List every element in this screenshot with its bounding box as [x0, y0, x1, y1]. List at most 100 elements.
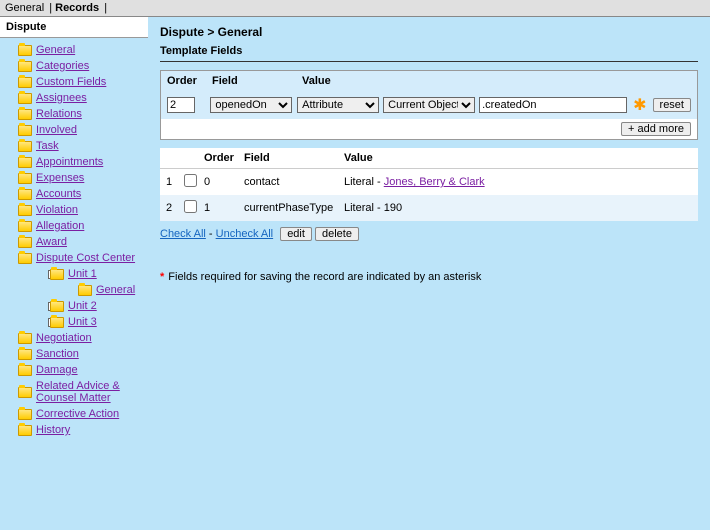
breadcrumb: Dispute > General [160, 25, 698, 39]
template-form: Order Field Value openedOn Attribute [160, 70, 698, 140]
sidebar-item-accounts[interactable]: Accounts [0, 186, 148, 202]
sidebar-item-general[interactable]: General [0, 282, 148, 298]
sidebar-item-label[interactable]: Task [36, 140, 59, 152]
sidebar-item-label[interactable]: Allegation [36, 220, 84, 232]
row-checkbox[interactable] [184, 200, 197, 213]
delete-button[interactable]: delete [315, 227, 359, 241]
sidebar-item-damage[interactable]: Damage [0, 362, 148, 378]
add-more-button[interactable]: + add more [621, 122, 691, 136]
col-field: Field [244, 152, 344, 164]
sidebar-item-label[interactable]: General [36, 44, 75, 56]
uncheck-all-link[interactable]: Uncheck All [216, 228, 273, 240]
folder-icon [18, 189, 32, 200]
field-select[interactable]: openedOn [210, 97, 292, 113]
sidebar-item-expenses[interactable]: +Expenses [0, 170, 148, 186]
folder-icon [18, 173, 32, 184]
sidebar-item-label[interactable]: Corrective Action [36, 408, 119, 420]
sidebar-item-unit-1[interactable]: -Unit 1 [0, 266, 148, 282]
folder-icon [18, 221, 32, 232]
folder-icon [18, 205, 32, 216]
sidebar-item-custom-fields[interactable]: Custom Fields [0, 74, 148, 90]
sidebar-item-allegation[interactable]: Allegation [0, 218, 148, 234]
folder-icon [18, 387, 32, 398]
sidebar-item-negotiation[interactable]: Negotiation [0, 330, 148, 346]
value-type-select[interactable]: Attribute [297, 97, 379, 113]
sidebar-item-label[interactable]: Involved [36, 124, 77, 136]
header-order: Order [167, 75, 212, 87]
sidebar-item-label[interactable]: Accounts [36, 188, 81, 200]
sidebar-item-label[interactable]: Violation [36, 204, 78, 216]
value-link[interactable]: Jones, Berry & Clark [384, 176, 485, 188]
row-value: Literal - 190 [344, 202, 692, 214]
footnote: *Fields required for saving the record a… [160, 271, 698, 283]
sidebar-item-label[interactable]: Sanction [36, 348, 79, 360]
row-num: 2 [166, 202, 184, 214]
sidebar-item-general[interactable]: General [0, 42, 148, 58]
sidebar-item-unit-2[interactable]: +Unit 2 [0, 298, 148, 314]
asterisk-icon: * [160, 271, 164, 283]
sidebar-item-history[interactable]: +History [0, 422, 148, 438]
folder-icon [18, 425, 32, 436]
sidebar-item-sanction[interactable]: Sanction [0, 346, 148, 362]
row-order: 0 [204, 176, 244, 188]
sidebar-item-label[interactable]: Unit 2 [68, 300, 97, 312]
row-value: Literal - Jones, Berry & Clark [344, 176, 692, 188]
folder-icon [18, 125, 32, 136]
sidebar-item-label[interactable]: Related Advice & Counsel Matter [36, 380, 148, 404]
sidebar-item-unit-3[interactable]: +Unit 3 [0, 314, 148, 330]
sidebar-item-label[interactable]: Dispute Cost Center [36, 252, 135, 264]
sidebar-item-label[interactable]: History [36, 424, 70, 436]
reset-button[interactable]: reset [653, 98, 691, 112]
row-num: 1 [166, 176, 184, 188]
value-scope-select[interactable]: Current Object [383, 97, 475, 113]
sidebar-item-label[interactable]: Assignees [36, 92, 87, 104]
folder-icon [18, 61, 32, 72]
table-row: 1 0contactLiteral - Jones, Berry & Clark [160, 169, 698, 195]
row-checkbox[interactable] [184, 174, 197, 187]
value-attr-input[interactable] [479, 97, 627, 113]
edit-button[interactable]: edit [280, 227, 312, 241]
folder-icon [18, 93, 32, 104]
sidebar-item-label[interactable]: Unit 3 [68, 316, 97, 328]
sidebar-item-label[interactable]: Custom Fields [36, 76, 106, 88]
sidebar-item-categories[interactable]: Categories [0, 58, 148, 74]
sidebar-item-label[interactable]: General [96, 284, 135, 296]
sidebar-item-label[interactable]: Categories [36, 60, 89, 72]
folder-icon [78, 285, 92, 296]
sidebar-item-appointments[interactable]: Appointments [0, 154, 148, 170]
row-order: 1 [204, 202, 244, 214]
sidebar-item-relations[interactable]: +Relations [0, 106, 148, 122]
sidebar-item-assignees[interactable]: +Assignees [0, 90, 148, 106]
sidebar-item-label[interactable]: Award [36, 236, 67, 248]
sidebar-item-related-advice-counsel-matter[interactable]: Related Advice & Counsel Matter [0, 378, 148, 406]
sidebar-item-label[interactable]: Damage [36, 364, 78, 376]
col-order: Order [204, 152, 244, 164]
tab-records[interactable]: Records [55, 2, 99, 14]
separator [160, 61, 698, 62]
order-input[interactable] [167, 97, 195, 113]
sidebar-item-dispute-cost-center[interactable]: -Dispute Cost Center [0, 250, 148, 266]
folder-icon [50, 301, 64, 312]
sidebar-item-label[interactable]: Negotiation [36, 332, 92, 344]
sidebar-item-label[interactable]: Expenses [36, 172, 84, 184]
sidebar-item-involved[interactable]: Involved [0, 122, 148, 138]
sidebar-item-label[interactable]: Unit 1 [68, 268, 97, 280]
sidebar-item-label[interactable]: Appointments [36, 156, 103, 168]
sidebar-item-award[interactable]: +Award [0, 234, 148, 250]
folder-icon [18, 237, 32, 248]
tab-general[interactable]: General [5, 2, 44, 14]
row-field: currentPhaseType [244, 202, 344, 214]
fields-table: Order Field Value 10contactLiteral - Jon… [160, 148, 698, 221]
sidebar-item-corrective-action[interactable]: Corrective Action [0, 406, 148, 422]
table-actions: Check All - Uncheck All edit delete [160, 227, 698, 241]
folder-icon [50, 269, 64, 280]
row-field: contact [244, 176, 344, 188]
folder-icon [18, 253, 32, 264]
check-all-link[interactable]: Check All [160, 228, 206, 240]
folder-icon [18, 141, 32, 152]
sidebar-item-violation[interactable]: Violation [0, 202, 148, 218]
sidebar-item-task[interactable]: Task [0, 138, 148, 154]
folder-icon [18, 45, 32, 56]
required-star-icon: ✱ [633, 95, 646, 115]
sidebar-item-label[interactable]: Relations [36, 108, 82, 120]
